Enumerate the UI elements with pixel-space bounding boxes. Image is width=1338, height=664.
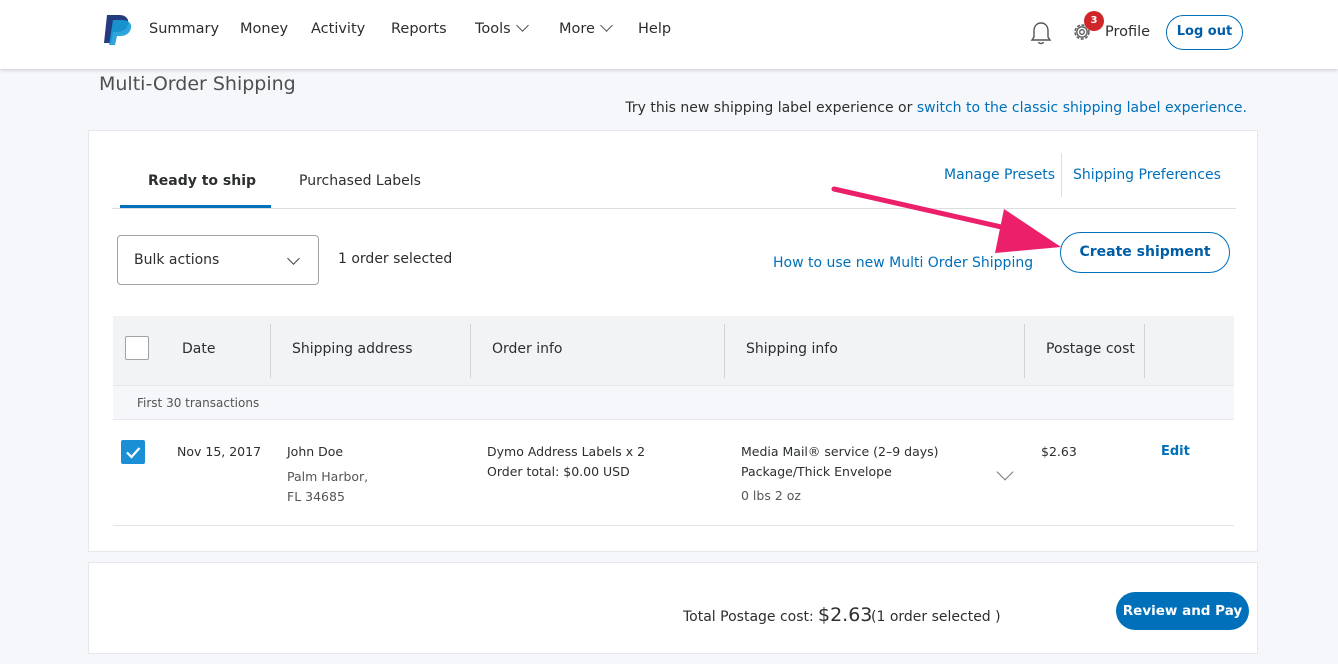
tab-purchased-labels[interactable]: Purchased Labels <box>299 173 421 189</box>
header-shipping-address: Shipping address <box>292 341 413 357</box>
row-order-total: Order total: $0.00 USD <box>487 464 630 479</box>
total-footer: Total Postage cost: $2.63 (1 order selec… <box>88 562 1258 654</box>
chevron-down-icon <box>600 19 613 32</box>
group-label: First 30 transactions <box>137 396 260 410</box>
expand-chevron-icon[interactable] <box>996 463 1014 481</box>
row-date: Nov 15, 2017 <box>177 444 262 459</box>
row-address-line1: Palm Harbor, <box>287 469 369 484</box>
table-header: Date Shipping address Order info Shippin… <box>113 316 1234 385</box>
column-divider <box>724 324 725 378</box>
header-order-info: Order info <box>492 341 563 357</box>
nav-tools-label: Tools <box>475 21 511 37</box>
row-weight: 0 lbs 2 oz <box>741 488 801 503</box>
nav-reports[interactable]: Reports <box>391 21 447 37</box>
nav-tools[interactable]: Tools <box>475 19 529 37</box>
row-postage: $2.63 <box>1041 444 1077 459</box>
profile-link[interactable]: Profile <box>1105 24 1150 40</box>
active-tab-indicator <box>120 205 271 208</box>
transactions-group-row: First 30 transactions <box>113 385 1234 420</box>
nav-activity[interactable]: Activity <box>311 21 365 37</box>
annotation-arrow-icon <box>831 186 1061 253</box>
column-divider <box>470 324 471 378</box>
classic-experience-link[interactable]: switch to the classic shipping label exp… <box>917 100 1247 116</box>
notification-badge: 3 <box>1084 11 1104 31</box>
logout-button[interactable]: Log out <box>1166 15 1243 50</box>
bell-icon[interactable] <box>1029 20 1053 46</box>
row-order-item: Dymo Address Labels x 2 <box>487 444 646 459</box>
total-postage-amount: $2.63 <box>818 604 873 626</box>
selected-count: 1 order selected <box>338 251 453 267</box>
row-service: Media Mail® service (2–9 days) <box>741 444 939 459</box>
column-divider <box>1144 324 1145 378</box>
nav-more-label: More <box>559 21 595 37</box>
row-name: John Doe <box>287 444 344 459</box>
header-postage-cost: Postage cost <box>1046 341 1135 357</box>
try-text: Try this new shipping label experience o… <box>625 100 917 116</box>
row-address-line2: FL 34685 <box>287 489 345 504</box>
row-checkbox[interactable] <box>121 440 145 464</box>
header-date: Date <box>182 341 216 357</box>
page-title: Multi-Order Shipping <box>99 73 296 95</box>
bulk-actions-select[interactable]: Bulk actions <box>117 235 319 285</box>
header-shipping-info: Shipping info <box>746 341 838 357</box>
create-shipment-button[interactable]: Create shipment <box>1060 232 1230 273</box>
total-order-count: (1 order selected ) <box>871 609 1001 625</box>
nav-help[interactable]: Help <box>638 21 671 37</box>
tab-ready-to-ship[interactable]: Ready to ship <box>148 173 256 189</box>
checkmark-icon <box>126 447 141 459</box>
try-experience-line: Try this new shipping label experience o… <box>625 100 1247 116</box>
nav-more[interactable]: More <box>559 19 613 37</box>
column-divider <box>270 324 271 378</box>
table-row[interactable]: Nov 15, 2017 John Doe Palm Harbor, FL 34… <box>113 420 1234 526</box>
bulk-actions-label: Bulk actions <box>134 252 220 268</box>
review-and-pay-button[interactable]: Review and Pay <box>1116 592 1249 630</box>
nav-money[interactable]: Money <box>240 21 288 37</box>
chevron-down-icon <box>515 19 529 32</box>
top-navigation: Summary Money Activity Reports Tools Mor… <box>0 0 1338 69</box>
shipping-preferences-link[interactable]: Shipping Preferences <box>1073 167 1221 183</box>
row-package: Package/Thick Envelope <box>741 464 892 479</box>
paypal-logo[interactable] <box>103 13 133 45</box>
shipping-card: Ready to ship Purchased Labels Manage Pr… <box>88 130 1258 552</box>
select-all-checkbox[interactable] <box>125 336 149 360</box>
nav-summary[interactable]: Summary <box>149 21 219 37</box>
column-divider <box>1024 324 1025 378</box>
edit-link[interactable]: Edit <box>1161 444 1190 459</box>
total-postage-label: Total Postage cost: <box>683 609 814 625</box>
chevron-down-icon <box>287 252 300 265</box>
